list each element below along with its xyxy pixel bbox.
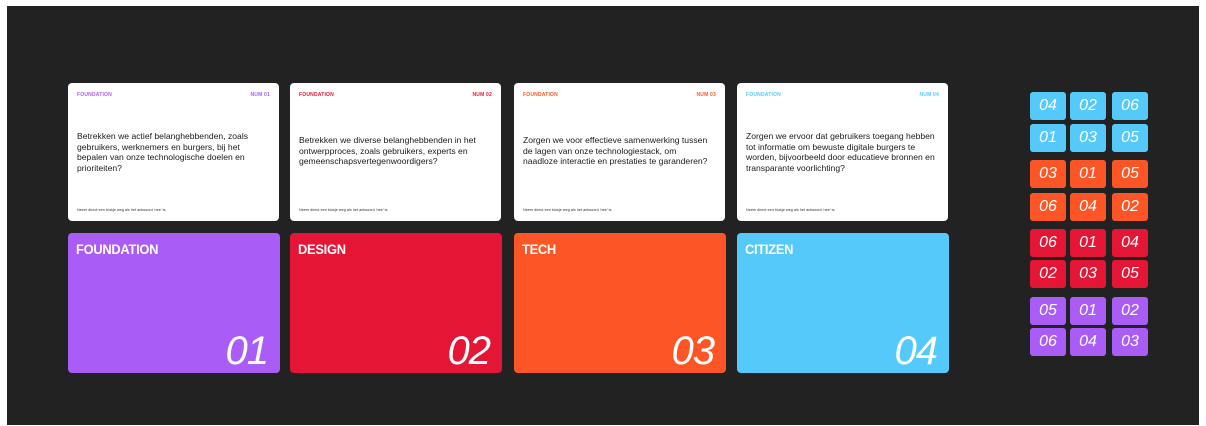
number-tile[interactable]: 03	[1112, 328, 1148, 356]
card-number: NUM 02	[472, 92, 492, 98]
category-number: 03	[671, 329, 715, 373]
category-title: TECH	[522, 241, 556, 257]
number-tile[interactable]: 02	[1030, 260, 1066, 288]
card-note: Neem direct een blokje weg als het antwo…	[523, 208, 613, 212]
card-category: FOUNDATION	[77, 92, 112, 98]
number-tile[interactable]: 06	[1030, 193, 1066, 221]
card-number: NUM 03	[696, 92, 716, 98]
number-tile[interactable]: 06	[1030, 328, 1066, 356]
card-question: Betrekken we actief belanghebbenden, zoa…	[77, 131, 249, 173]
number-tile[interactable]: 01	[1030, 124, 1066, 152]
number-tile[interactable]: 05	[1112, 124, 1148, 152]
number-tile[interactable]: 01	[1070, 229, 1106, 257]
category-card-tech[interactable]: TECH 03	[514, 233, 726, 373]
category-number: 01	[225, 329, 269, 373]
category-number: 04	[894, 329, 938, 373]
card-category: FOUNDATION	[746, 92, 781, 98]
card-question: Zorgen we ervoor dat gebruikers toegang …	[746, 131, 935, 173]
number-tile[interactable]: 06	[1030, 229, 1066, 257]
question-card-3[interactable]: FOUNDATION NUM 03 Zorgen we voor effecti…	[514, 83, 725, 221]
game-board: FOUNDATION NUM 01 Betrekken we actief be…	[7, 6, 1199, 425]
number-tile[interactable]: 05	[1030, 297, 1066, 325]
card-question: Betrekken we diverse belanghebbenden in …	[299, 135, 476, 167]
category-card-foundation[interactable]: FOUNDATION 01	[68, 233, 280, 373]
number-tile[interactable]: 03	[1030, 160, 1066, 188]
card-category: FOUNDATION	[523, 92, 558, 98]
question-card-2[interactable]: FOUNDATION NUM 02 Betrekken we diverse b…	[290, 83, 501, 221]
number-tile[interactable]: 02	[1112, 297, 1148, 325]
number-tile[interactable]: 02	[1070, 92, 1106, 120]
number-tile[interactable]: 01	[1070, 160, 1106, 188]
number-tile[interactable]: 04	[1070, 193, 1106, 221]
card-note: Neem direct een blokje weg als het antwo…	[746, 208, 836, 212]
category-title: FOUNDATION	[76, 241, 159, 257]
category-number: 02	[447, 329, 491, 373]
number-tile[interactable]: 05	[1112, 260, 1148, 288]
category-card-citizen[interactable]: CITIZEN 04	[737, 233, 949, 373]
number-tile[interactable]: 01	[1070, 297, 1106, 325]
card-number: NUM 01	[250, 92, 270, 98]
number-tile[interactable]: 04	[1070, 328, 1106, 356]
number-tile[interactable]: 06	[1112, 92, 1148, 120]
card-number: NUM 04	[919, 92, 939, 98]
category-title: DESIGN	[298, 241, 346, 257]
card-note: Neem direct een blokje weg als het antwo…	[299, 208, 389, 212]
category-card-design[interactable]: DESIGN 02	[290, 233, 502, 373]
category-title: CITIZEN	[745, 241, 794, 257]
card-question: Zorgen we voor effectieve samenwerking t…	[523, 135, 708, 167]
number-tile[interactable]: 03	[1070, 124, 1106, 152]
number-tile[interactable]: 02	[1112, 193, 1148, 221]
card-category: FOUNDATION	[299, 92, 334, 98]
question-card-4[interactable]: FOUNDATION NUM 04 Zorgen we ervoor dat g…	[737, 83, 948, 221]
question-card-1[interactable]: FOUNDATION NUM 01 Betrekken we actief be…	[68, 83, 279, 221]
number-tile[interactable]: 05	[1112, 160, 1148, 188]
card-note: Neem direct een blokje weg als het antwo…	[77, 208, 167, 212]
number-tile[interactable]: 04	[1030, 92, 1066, 120]
number-tile[interactable]: 04	[1112, 229, 1148, 257]
number-tile[interactable]: 03	[1070, 260, 1106, 288]
